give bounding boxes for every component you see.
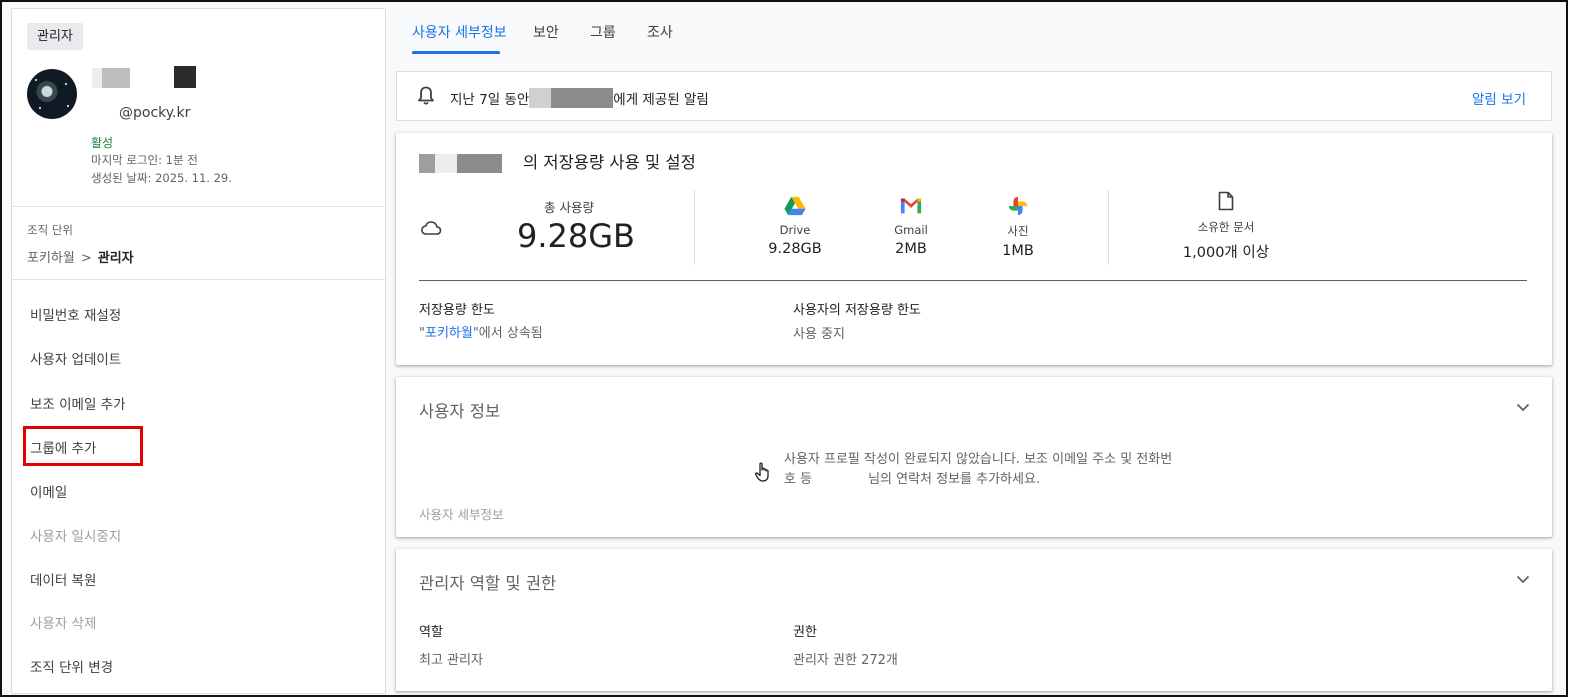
org-unit-path: 포키하월 > 관리자 [27,247,134,266]
service-value: 2MB [895,241,927,257]
redacted-name [92,68,102,88]
tab-user-details[interactable]: 사용자 세부정보 [412,22,507,42]
avatar [27,69,77,119]
role-label: 역할 [419,625,443,640]
cloud-icon [420,221,442,235]
redacted-name [457,154,502,173]
service-value: 1MB [1002,243,1034,259]
document-icon [1218,191,1234,211]
user-email: @pocky.kr [119,105,191,121]
divider [12,206,385,207]
section-title: 관리자 역할 및 권한 [419,574,557,593]
role-value: 최고 관리자 [419,653,483,668]
gmail-icon [900,198,922,214]
view-alerts-link[interactable]: 알림 보기 [1472,88,1526,108]
redacted-name [435,154,457,173]
redacted-name [174,66,196,88]
service-name: Drive [779,223,811,237]
active-tab-indicator [412,51,500,54]
owned-docs: 소유한 문서 1,000개 이상 [1171,191,1281,262]
change-org-unit-button[interactable]: 조직 단위 변경 [30,656,113,676]
section-title: 사용자 정보 [419,402,501,421]
user-storage-limit-value: 사용 중지 [793,327,845,342]
storage-card: 의 저장용량 사용 및 설정 총 사용량 9.28GB Drive 9.28GB [396,133,1552,365]
tab-bar: 사용자 세부정보 보안 그룹 조사 [397,2,1557,56]
reset-password-button[interactable]: 비밀번호 재설정 [30,304,121,324]
storage-limit-value: "포키하월"에서 상속됨 [419,322,543,341]
email-button[interactable]: 이메일 [30,481,67,501]
total-usage-value: 9.28GB [517,217,635,255]
alert-text-before: 지난 7일 동안 [450,92,530,108]
redacted-name [419,154,435,173]
org-current: 관리자 [97,251,134,266]
tab-investigate[interactable]: 조사 [647,22,673,42]
chevron-down-icon[interactable] [1516,403,1530,412]
highlight-box [23,426,143,466]
chevron-down-icon[interactable] [1516,575,1530,584]
divider [419,280,1527,281]
service-name: 사진 [1007,224,1029,238]
admin-roles-card[interactable]: 관리자 역할 및 권한 역할 최고 관리자 권한 관리자 권한 272개 [396,549,1552,691]
permissions-label: 권한 [793,625,817,640]
google-photos-icon [1008,196,1028,216]
user-summary-panel: 관리자 @pocky.kr 활성 마지막 로그인: 1분 전 생성된 날짜: 2… [11,8,386,694]
user-storage-limit-label: 사용자의 저장용량 한도 [793,303,921,318]
breadcrumb-separator: > [80,251,92,266]
redacted-name [102,68,130,88]
google-drive-icon [784,196,806,216]
org-link[interactable]: 포키하월 [425,326,473,341]
divider [12,279,385,280]
owned-docs-label: 소유한 문서 [1197,220,1255,234]
app-frame: 관리자 @pocky.kr 활성 마지막 로그인: 1분 전 생성된 날짜: 2… [0,0,1568,697]
created-date: 생성된 날짜: 2025. 11. 29. [91,171,232,185]
incomplete-profile-message: 사용자 프로필 작성이 완료되지 않았습니다. 보조 이메일 주소 및 전화번 … [784,450,1184,490]
redacted-name [529,88,552,108]
service-name: Gmail [894,223,928,237]
redacted-name [551,88,614,108]
add-secondary-email-button[interactable]: 보조 이메일 추가 [30,393,126,413]
tab-groups[interactable]: 그룹 [590,22,616,42]
message-line: 호 등 님의 연락처 정보를 추가하세요. [784,470,1184,490]
divider [1108,190,1109,265]
gmail-usage: Gmail 2MB [871,195,951,257]
bell-icon [418,86,434,105]
suspend-user-button[interactable]: 사용자 일시중지 [30,525,121,545]
owned-docs-value: 1,000개 이상 [1182,245,1270,261]
divider [694,190,695,265]
org-parent-link[interactable]: 포키하월 [27,251,75,266]
tab-security[interactable]: 보안 [533,22,559,42]
status-badge: 활성 [91,136,114,150]
message-text: 님의 연락처 정보를 추가하세요. [868,472,1041,487]
org-unit-label: 조직 단위 [27,223,73,237]
permissions-value: 관리자 권한 272개 [793,653,898,668]
storage-title: 의 저장용량 사용 및 설정 [523,153,696,172]
message-text: 호 등 [784,472,813,487]
user-details-link[interactable]: 사용자 세부정보 [419,504,503,523]
inherited-text: "에서 상속됨 [472,326,543,341]
last-login: 마지막 로그인: 1분 전 [91,153,198,167]
message-line: 사용자 프로필 작성이 완료되지 않았습니다. 보조 이메일 주소 및 전화번 [784,452,1173,467]
role-chip: 관리자 [27,23,83,50]
hand-cursor-icon [755,462,769,482]
delete-user-button[interactable]: 사용자 삭제 [30,612,96,632]
update-user-button[interactable]: 사용자 업데이트 [30,348,121,368]
restore-data-button[interactable]: 데이터 복원 [30,569,96,589]
alert-text-after: 에게 제공된 알림 [613,92,709,108]
total-usage-label: 총 사용량 [544,200,594,215]
alerts-banner: 지난 7일 동안 에게 제공된 알림 알림 보기 [396,71,1552,121]
photos-usage: 사진 1MB [978,195,1058,259]
drive-usage: Drive 9.28GB [755,195,835,257]
alert-text: 지난 7일 동안 에게 제공된 알림 [450,88,709,108]
storage-limit-label: 저장용량 한도 [419,303,495,318]
service-value: 9.28GB [768,241,822,257]
user-info-card[interactable]: 사용자 정보 사용자 프로필 작성이 완료되지 않았습니다. 보조 이메일 주소… [396,377,1552,537]
